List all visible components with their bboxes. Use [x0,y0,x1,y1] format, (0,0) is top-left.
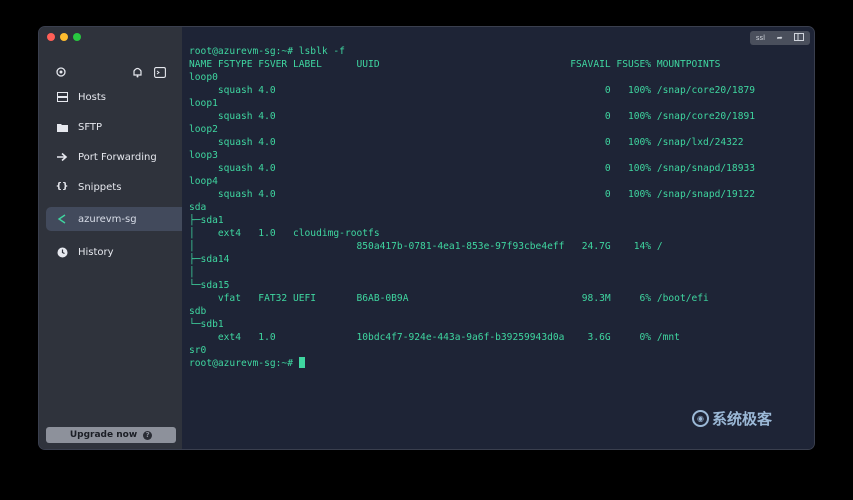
sidebar-item-label: azurevm-sg [78,213,137,225]
terminal-prompt: root@azurevm-sg:~# [189,358,299,369]
terminal-line: loop2 [189,124,218,135]
sidebar-item-snippets[interactable]: {} Snippets [46,175,182,199]
terminal-line: ext4 1.0 10bdc4f7-924e-443a-9a6f-b392599… [189,332,680,343]
terminal-line: loop0 [189,72,218,83]
terminal-line: root@azurevm-sg:~# lsblk -f [189,46,345,57]
terminal-line: squash 4.0 0 100% /snap/snapd/19122 [189,189,756,200]
hosts-icon [56,91,68,103]
terminal-line: squash 4.0 0 100% /snap/lxd/24322 [189,137,744,148]
share-icon[interactable]: ➦ [777,34,783,42]
terminal-line: │ ext4 1.0 cloudimg-rootfs [189,228,380,239]
sidebar-item-port-forwarding[interactable]: Port Forwarding [46,145,182,169]
terminal-icon[interactable] [154,63,166,82]
terminal-line: └─sda15 [189,280,230,291]
terminal-line: │ 850a417b-0781-4ea1-853e-97f93cbe4eff 2… [189,241,663,252]
terminal-line: sr0 [189,345,207,356]
terminal-toolbar: ssl ➦ [750,31,810,45]
terminal-line: ├─sda14 [189,254,230,265]
terminal-line: squash 4.0 0 100% /snap/core20/1879 [189,85,756,96]
terminal-toolbar-label: ssl [755,34,766,42]
terminal-line: └─sdb1 [189,319,224,330]
terminal-line: loop1 [189,98,218,109]
zoom-window-button[interactable] [73,33,81,41]
folder-icon [56,121,68,133]
terminal-output: root@azurevm-sg:~# lsblk -f NAME FSTYPE F… [189,45,755,370]
clock-icon [56,246,68,258]
terminal-line: squash 4.0 0 100% /snap/core20/1891 [189,111,756,122]
terminal-prompt-line[interactable]: root@azurevm-sg:~# [189,357,755,370]
window-controls [47,33,81,41]
close-window-button[interactable] [47,33,55,41]
terminal-line: │ [189,267,195,278]
terminal-line: vfat FAT32 UEFI B6AB-0B9A 98.3M 6% /boot… [189,293,709,304]
terminal-line: sdb [189,306,207,317]
terminal-line: sda [189,202,207,213]
sidebar: Hosts SFTP Port Forwarding {} Snippets a… [39,27,182,449]
watermark-logo-icon: ◉ [691,410,709,427]
terminal-line: squash 4.0 0 100% /snap/snapd/18933 [189,163,756,174]
bell-icon[interactable] [132,63,143,82]
upgrade-button-label: Upgrade now [69,430,138,440]
split-view-icon[interactable] [794,33,805,43]
terminal-line: loop3 [189,150,218,161]
minimize-window-button[interactable] [60,33,68,41]
gear-icon[interactable] [55,63,67,82]
terminal-pane[interactable]: ssl ➦ root@azurevm-sg:~# lsblk -f NAME FS… [182,27,814,449]
braces-icon: {} [55,182,69,192]
sidebar-item-sftp[interactable]: SFTP [46,115,182,139]
upgrade-button[interactable]: Upgrade now ? [46,427,176,443]
top-banner-fragment [38,0,478,6]
sidebar-item-label: Hosts [78,91,106,103]
watermark-text: 系统极客 [711,410,772,428]
sidebar-item-azurevm-sg[interactable]: azurevm-sg [46,207,182,231]
app-window: Hosts SFTP Port Forwarding {} Snippets a… [38,26,815,450]
sidebar-item-label: SFTP [78,121,103,133]
arrow-right-icon [56,151,68,163]
sidebar-toolbar [39,63,182,79]
sidebar-item-hosts[interactable]: Hosts [46,85,182,109]
watermark: ◉ 系统极客 [691,408,772,429]
terminal-cursor [298,357,305,368]
terminal-line: loop4 [189,176,218,187]
sidebar-item-label: History [78,246,114,258]
sidebar-item-history[interactable]: History [46,240,182,264]
connection-icon [56,213,68,225]
sidebar-item-label: Port Forwarding [78,151,157,163]
terminal-line: NAME FSTYPE FSVER LABEL UUID FSAVAIL FSU… [189,59,721,70]
sidebar-item-label: Snippets [78,181,122,193]
terminal-line: ├─sda1 [189,215,224,226]
help-icon: ? [143,430,153,440]
